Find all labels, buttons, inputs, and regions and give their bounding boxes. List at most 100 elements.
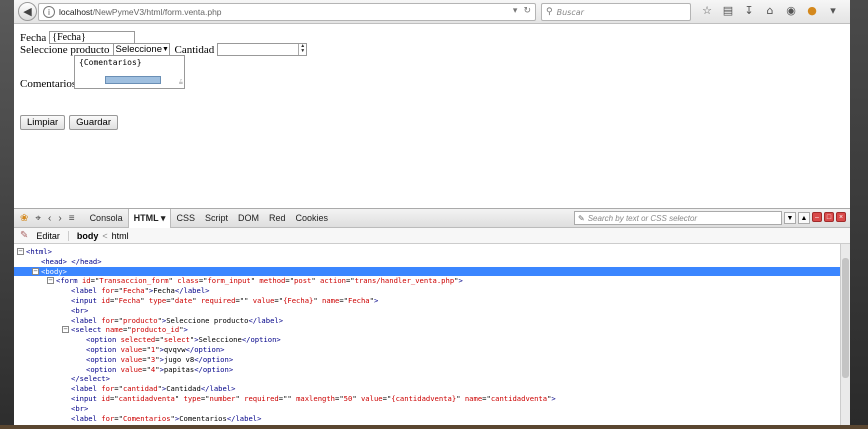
html-tree-line-text: <input id="Fecha" type="date" required="…	[71, 295, 379, 305]
html-tree-line-text: <body>	[41, 266, 67, 276]
home-icon[interactable]: ⌂	[763, 4, 777, 17]
html-tree-line[interactable]: <input id="cantidadventa" type="number" …	[14, 394, 850, 404]
menu-icon[interactable]: ☰	[847, 4, 850, 17]
html-tree-line[interactable]: <label for="producto">Seleccione product…	[14, 316, 850, 326]
chat-icon[interactable]: ◉	[784, 4, 798, 17]
devtools-tools: ❀ ⌖ ‹ › ≡	[20, 213, 75, 224]
html-tree-line-text: <input id="cantidadventa" type="number" …	[71, 393, 556, 403]
devtools-search[interactable]: ✎ Search by text or CSS selector	[574, 211, 782, 225]
tab-red[interactable]: Red	[264, 209, 291, 228]
html-tree-line[interactable]: <label for="Fecha">Fecha</label>	[14, 286, 850, 296]
tab-css[interactable]: CSS	[171, 209, 200, 228]
page-content: Fecha Seleccione producto Seleccione ▼ C…	[14, 25, 850, 208]
search-bar[interactable]: ⚲ Buscar	[541, 3, 691, 21]
back-button[interactable]: ◀	[18, 2, 37, 21]
resize-grip-icon[interactable]: ≟	[179, 79, 183, 87]
command-icon[interactable]: ≡	[69, 213, 75, 224]
html-tree-line[interactable]: <option selected="select">Seleccione</op…	[14, 335, 850, 345]
tab-cookies[interactable]: Cookies	[291, 209, 334, 228]
html-tree-line[interactable]: − <html>	[14, 247, 850, 257]
tab-html[interactable]: HTML ▾	[127, 208, 172, 228]
html-tree-line[interactable]: <label for="Comentarios">Comentarios</la…	[14, 414, 850, 424]
reading-list-icon[interactable]: ▤	[721, 4, 735, 17]
tab-dom[interactable]: DOM	[233, 209, 264, 228]
stepper-icon[interactable]: ▲ ▼	[298, 44, 306, 55]
devtools-scrollbar[interactable]	[840, 244, 850, 429]
star-icon[interactable]: ☆	[700, 4, 714, 17]
breadcrumb-body[interactable]: body	[77, 231, 99, 241]
download-icon[interactable]: ↧	[742, 4, 756, 17]
cantidad-label: Cantidad	[174, 43, 215, 56]
limpiar-button[interactable]: Limpiar	[20, 115, 66, 130]
nav-icons: ☆ ▤ ↧ ⌂ ◉ ● ▾ ☰	[700, 4, 850, 17]
inspect-icon[interactable]: ⌖	[35, 213, 41, 224]
html-tree-line[interactable]: <br>	[14, 306, 850, 316]
chevron-up-icon[interactable]: ▲	[798, 212, 810, 224]
html-tree-line[interactable]: <br>	[14, 404, 850, 414]
collapse-toggle-icon[interactable]: −	[62, 326, 69, 334]
devtools-subbar: ✎ Editar body < html	[14, 228, 850, 244]
url-text: localhost/NewPymeV3/html/form.venta.php	[59, 7, 222, 17]
html-tree-line[interactable]: − <select name="producto_id">	[14, 325, 850, 335]
comentarios-textarea[interactable]: {Comentarios} ≟	[74, 55, 185, 89]
html-tree-line[interactable]: <input id="Fecha" type="date" required="…	[14, 296, 850, 306]
html-tree-line[interactable]: <option value="1">qvqvw</option>	[14, 345, 850, 355]
textarea-scrollbar[interactable]	[105, 76, 161, 84]
taskbar-strip	[0, 425, 868, 429]
html-tree-line-text: <select name="producto_id">	[71, 325, 188, 335]
firebug-bug-icon[interactable]: ❀	[20, 213, 28, 224]
dropdown-icon[interactable]: ▾	[513, 6, 518, 16]
html-tree-line-text: <option selected="select">Seleccione</op…	[86, 335, 281, 345]
breadcrumb-separator: <	[102, 230, 108, 241]
chevron-down-icon: ▼	[161, 46, 169, 53]
html-tree-line[interactable]: <head> </head>	[14, 257, 850, 267]
html-tree-line[interactable]: <option value="3">jugo v8</option>	[14, 355, 850, 365]
next-icon[interactable]: ›	[58, 213, 61, 224]
firebug-icon[interactable]: ●	[805, 4, 819, 17]
dropdown-icon-2[interactable]: ▾	[826, 4, 840, 17]
pencil-search-icon: ✎	[578, 213, 585, 223]
html-tree-line[interactable]: <option value="4">papitas</option>	[14, 365, 850, 375]
producto-selected: Seleccione	[115, 44, 162, 55]
collapse-toggle-icon[interactable]: −	[32, 267, 39, 275]
html-tree-line[interactable]: </select>	[14, 374, 850, 384]
minimize-icon[interactable]: –	[812, 212, 822, 222]
chevron-down-icon-2[interactable]: ▼	[784, 212, 796, 224]
html-tree: − <html> <head> </head> − <body> − <form id="T…	[14, 244, 850, 423]
desktop-left-edge	[0, 0, 14, 429]
collapse-toggle-icon[interactable]: −	[47, 277, 54, 285]
devtools-tabs: Consola HTML ▾ CSS Script DOM Red Cookies	[85, 208, 334, 228]
fecha-label: Fecha	[20, 31, 47, 44]
html-tree-line-text: <option value="3">jugo v8</option>	[86, 354, 234, 364]
html-tree-line-text: <form id="Transaccion_form" class="form_…	[56, 276, 463, 286]
html-tree-line-text: <html>	[26, 247, 52, 256]
desktop-right-edge	[850, 0, 868, 429]
html-tree-line[interactable]: − <body>	[14, 266, 850, 277]
producto-label: Seleccione producto	[20, 43, 110, 56]
collapse-toggle-icon[interactable]: −	[17, 248, 24, 255]
html-tree-line-text: <option value="1">qvqvw</option>	[86, 344, 225, 354]
detach-icon[interactable]: □	[824, 212, 834, 222]
globe-icon: i	[43, 6, 55, 18]
scrollbar-thumb[interactable]	[842, 258, 849, 378]
close-icon[interactable]: ×	[836, 212, 846, 222]
prev-icon[interactable]: ‹	[48, 213, 51, 224]
tab-consola[interactable]: Consola	[85, 209, 128, 228]
search-placeholder: Buscar	[556, 7, 584, 17]
html-tree-line[interactable]: <label for="cantidad">Cantidad</label>	[14, 384, 850, 394]
edit-icon[interactable]: ✎	[20, 230, 28, 241]
html-tree-line-text: <label for="Fecha">Fecha</label>	[71, 286, 210, 296]
cantidad-input[interactable]: ▲ ▼	[217, 43, 308, 56]
html-tree-line-text: <head> </head>	[41, 256, 102, 266]
html-tree-line-text: <label for="cantidad">Cantidad</label>	[71, 384, 236, 394]
edit-button[interactable]: Editar	[36, 230, 69, 241]
html-tree-line[interactable]: − <form id="Transaccion_form" class="form…	[14, 276, 850, 286]
url-bar[interactable]: i localhost/NewPymeV3/html/form.venta.ph…	[38, 3, 536, 21]
html-tree-line-text: <br>	[71, 305, 89, 315]
reload-icon[interactable]: ↻	[523, 6, 531, 16]
devtools-search-placeholder: Search by text or CSS selector	[587, 213, 698, 223]
breadcrumb-html[interactable]: html	[112, 231, 129, 241]
back-arrow-icon: ◀	[23, 5, 32, 18]
guardar-button[interactable]: Guardar	[69, 115, 119, 130]
tab-script[interactable]: Script	[200, 209, 233, 228]
